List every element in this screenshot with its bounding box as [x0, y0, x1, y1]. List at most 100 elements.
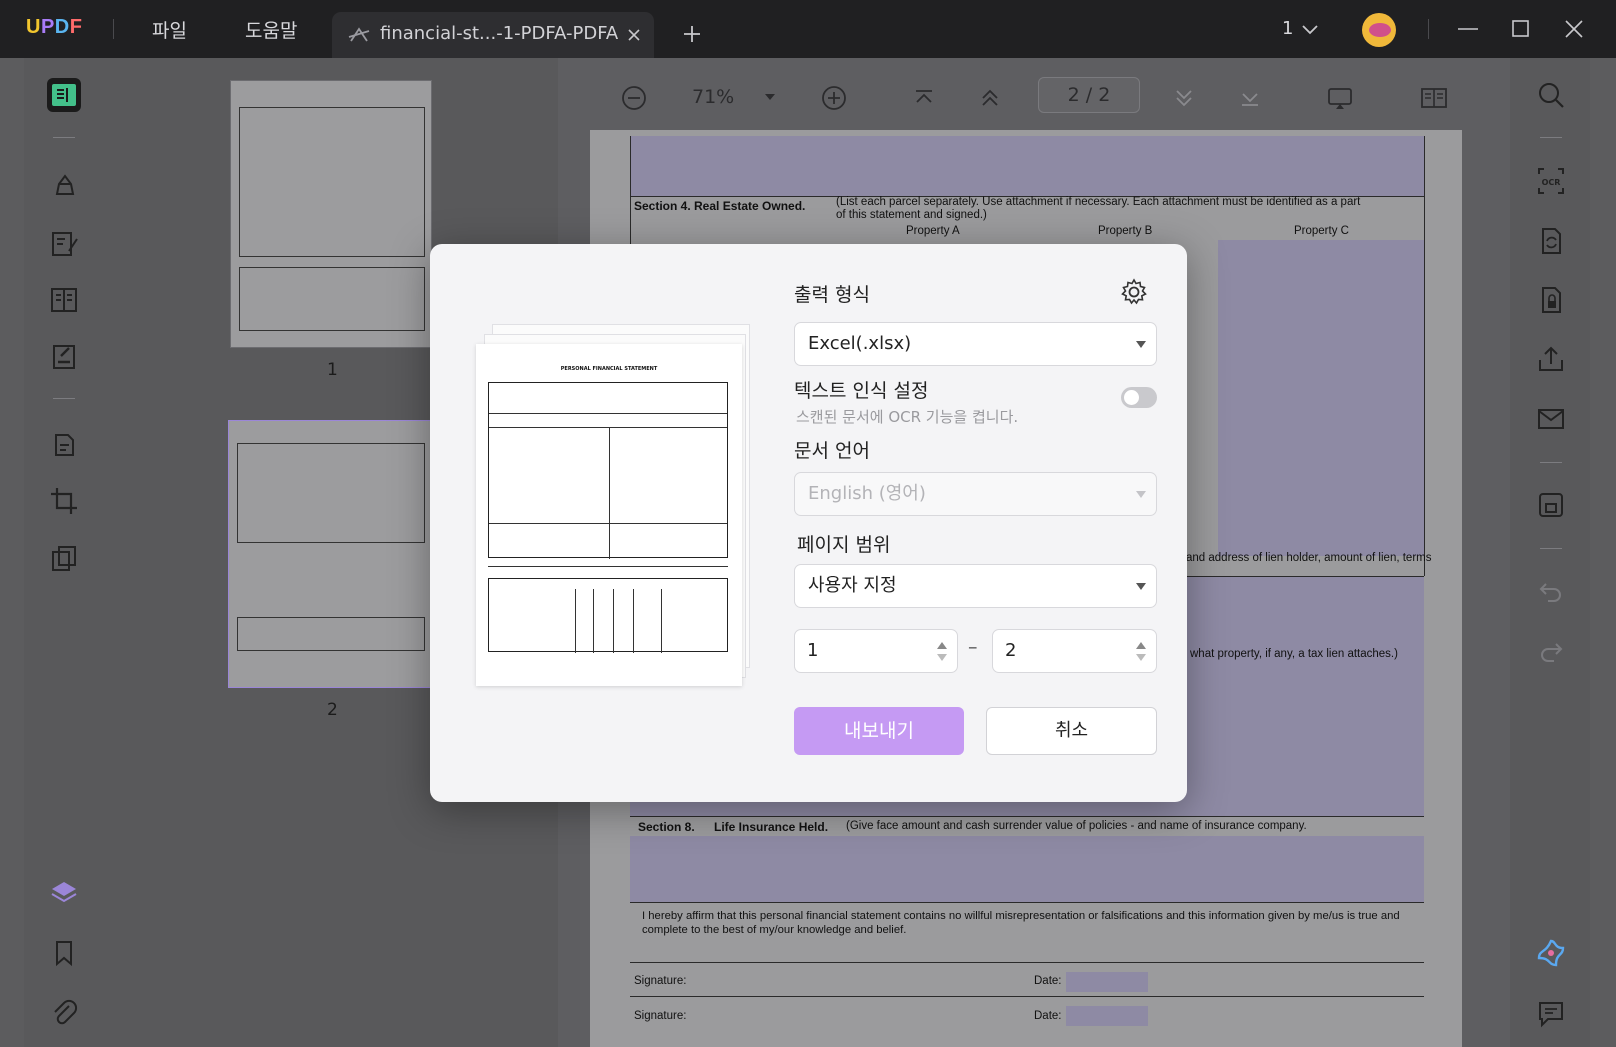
- comment-icon[interactable]: [1534, 996, 1568, 1030]
- page-range-from-value: 1: [807, 640, 819, 661]
- organize-pages-icon[interactable]: [47, 427, 81, 461]
- zoom-in-icon[interactable]: [820, 84, 848, 112]
- window-count[interactable]: 1: [1282, 18, 1293, 39]
- signature-label-2: Signature:: [634, 1010, 687, 1022]
- page-indicator[interactable]: 2 / 2: [1038, 77, 1140, 113]
- toolbar-divider: [1540, 137, 1562, 138]
- form-field[interactable]: [1218, 240, 1424, 556]
- reader-mode-icon[interactable]: [47, 78, 81, 112]
- zoom-out-icon[interactable]: [620, 84, 648, 112]
- signature-label: Signature:: [634, 975, 687, 987]
- ocr-toggle[interactable]: [1121, 387, 1157, 408]
- menu-file[interactable]: 파일: [152, 16, 187, 43]
- date-field[interactable]: [1066, 1006, 1148, 1026]
- bookmark-icon[interactable]: [47, 936, 81, 970]
- page-range-to[interactable]: 2: [992, 629, 1157, 673]
- presentation-icon[interactable]: [1326, 84, 1354, 112]
- crop-icon[interactable]: [47, 484, 81, 518]
- compare-icon[interactable]: [47, 542, 81, 576]
- increment-icon[interactable]: [1136, 642, 1146, 649]
- document-language-value: English (영어): [808, 483, 926, 504]
- export-dialog: PERSONAL FINANCIAL STATEMENT 출력 형식 Excel…: [430, 244, 1187, 802]
- affirmation-line-1: I hereby affirm that this personal finan…: [642, 910, 1400, 922]
- decrement-icon[interactable]: [1136, 654, 1146, 661]
- new-tab-icon[interactable]: [683, 25, 701, 43]
- page-range-value: 사용자 지정: [808, 575, 897, 596]
- page-layout-icon[interactable]: [1420, 84, 1448, 112]
- form-field[interactable]: [630, 136, 1424, 196]
- zoom-level[interactable]: 71%: [692, 86, 734, 108]
- document-tab[interactable]: financial-st...-1-PDFA-PDFA: [332, 12, 654, 58]
- section-8-note: (Give face amount and cash surrender val…: [846, 820, 1307, 832]
- preview-liabilities: [488, 578, 728, 653]
- toolbar-divider: [53, 137, 75, 138]
- edit-text-icon[interactable]: [47, 227, 81, 261]
- section-4-title: Section 4. Real Estate Owned.: [634, 199, 806, 213]
- redo-icon[interactable]: [1534, 634, 1568, 668]
- toolbar-divider: [1540, 462, 1562, 463]
- previous-page-icon[interactable]: [976, 84, 1004, 112]
- close-window-icon[interactable]: [1565, 20, 1583, 38]
- export-button[interactable]: 내보내기: [794, 707, 964, 755]
- tab-title: financial-st...-1-PDFA-PDFA: [380, 23, 619, 44]
- page-range-from[interactable]: 1: [794, 629, 958, 673]
- page-number-2: 2: [327, 700, 338, 720]
- ai-assistant-icon[interactable]: [1534, 936, 1568, 970]
- zoom-dropdown-icon[interactable]: [763, 90, 777, 104]
- menu-help[interactable]: 도움말: [245, 16, 297, 43]
- gear-icon[interactable]: [1120, 278, 1148, 306]
- section-4-note: (List each parcel separately. Use attach…: [836, 196, 1361, 208]
- date-field[interactable]: [1066, 972, 1148, 992]
- form-icon[interactable]: [47, 283, 81, 317]
- table-border: [630, 816, 1424, 817]
- ocr-icon[interactable]: OCR: [1534, 164, 1568, 198]
- first-page-icon[interactable]: [910, 84, 938, 112]
- share-icon[interactable]: [1534, 342, 1568, 376]
- search-icon[interactable]: [1534, 78, 1568, 112]
- tax-text: what property, if any, a tax lien attach…: [1190, 648, 1398, 660]
- undo-icon[interactable]: [1534, 574, 1568, 608]
- protect-icon[interactable]: [1534, 283, 1568, 317]
- document-language-select[interactable]: English (영어): [794, 472, 1157, 516]
- title-divider: [113, 19, 114, 39]
- sign-icon[interactable]: [47, 340, 81, 374]
- ocr-label: 텍스트 인식 설정: [794, 380, 929, 402]
- preview-table: [488, 382, 728, 559]
- email-icon[interactable]: [1534, 402, 1568, 436]
- section-4-note-2: of this statement and signed.): [836, 209, 987, 221]
- close-tab-icon[interactable]: [627, 28, 641, 42]
- avatar[interactable]: [1362, 13, 1396, 47]
- property-a-header: Property A: [906, 225, 960, 237]
- section-8-title: Life Insurance Held.: [714, 820, 829, 834]
- save-icon[interactable]: [1534, 488, 1568, 522]
- updf-logo[interactable]: UPDF: [26, 16, 82, 39]
- right-toolbar: [1510, 58, 1590, 1047]
- maximize-icon[interactable]: [1512, 20, 1529, 37]
- convert-icon[interactable]: [1534, 224, 1568, 258]
- section-8-number: Section 8.: [638, 820, 695, 834]
- chevron-down-icon[interactable]: [1302, 25, 1318, 35]
- highlighter-icon[interactable]: [47, 168, 81, 202]
- page-range-select[interactable]: 사용자 지정: [794, 564, 1157, 608]
- form-field[interactable]: [630, 836, 1424, 902]
- minimize-icon[interactable]: [1457, 27, 1479, 31]
- next-page-icon[interactable]: [1170, 84, 1198, 112]
- date-label: Date:: [1034, 975, 1062, 987]
- dropdown-arrow-icon: [1136, 341, 1146, 348]
- table-border: [630, 962, 1424, 963]
- layers-icon[interactable]: [47, 876, 81, 910]
- affirmation-line-2: complete to the best of my/our knowledge…: [642, 924, 907, 936]
- output-format-select[interactable]: Excel(.xlsx): [794, 322, 1157, 366]
- decrement-icon[interactable]: [937, 654, 947, 661]
- last-page-icon[interactable]: [1236, 84, 1264, 112]
- increment-icon[interactable]: [937, 642, 947, 649]
- table-border: [1424, 136, 1425, 576]
- ocr-hint: 스캔된 문서에 OCR 기능을 켭니다.: [796, 408, 1019, 426]
- property-b-header: Property B: [1098, 225, 1153, 237]
- cancel-button[interactable]: 취소: [986, 707, 1157, 755]
- pdfa-icon: [348, 27, 370, 42]
- preview-title: PERSONAL FINANCIAL STATEMENT: [560, 366, 658, 372]
- page-thumbnail-2[interactable]: [228, 420, 432, 688]
- page-thumbnail-1[interactable]: [230, 80, 432, 348]
- attachment-icon[interactable]: [47, 996, 81, 1030]
